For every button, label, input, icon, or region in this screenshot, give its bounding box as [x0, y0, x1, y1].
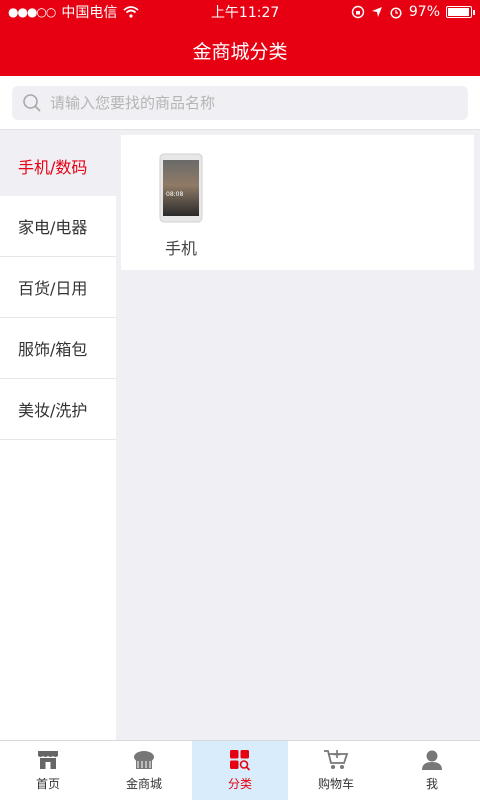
sidebar-item-phones-digital[interactable]: 手机/数码 — [0, 135, 116, 196]
tab-cart[interactable]: 购物车 — [288, 741, 384, 800]
orientation-lock-icon — [351, 5, 365, 19]
category-content: 08:08 手机 — [121, 135, 474, 270]
user-icon — [422, 750, 442, 770]
tab-label: 购物车 — [317, 777, 354, 791]
product-label: 手机 — [164, 239, 197, 258]
status-bar: ●●●○○ 中国电信 上午11:27 97% — [0, 0, 480, 24]
tab-bar: 首页 金商城 分类 购物车 我 — [0, 740, 480, 800]
product-item[interactable]: 08:08 手机 — [151, 153, 211, 259]
home-icon — [38, 751, 58, 769]
sidebar-item-label: 家电/电器 — [18, 218, 88, 237]
location-icon — [371, 7, 382, 17]
tab-label: 首页 — [35, 777, 60, 791]
search-box[interactable] — [12, 86, 468, 120]
sidebar-item-label: 服饰/箱包 — [18, 340, 88, 359]
tab-gold-mall[interactable]: 金商城 — [96, 741, 192, 800]
category-icon — [230, 750, 251, 771]
tab-me[interactable]: 我 — [384, 741, 480, 800]
status-time: 上午11:27 — [210, 5, 280, 21]
carrier-label: 中国电信 — [61, 5, 118, 21]
search-icon — [23, 94, 41, 112]
sidebar-item-daily-goods[interactable]: 百货/日用 — [0, 257, 116, 318]
sidebar-item-beauty-care[interactable]: 美妆/洗护 — [0, 379, 116, 440]
search-input[interactable] — [50, 94, 450, 112]
battery-percent: 97% — [408, 4, 440, 20]
signal-icon: ●●●○○ — [8, 5, 56, 19]
header: ●●●○○ 中国电信 上午11:27 97% 金商城分类 — [0, 0, 480, 76]
tab-label: 金商城 — [125, 777, 162, 791]
battery-icon — [446, 6, 475, 18]
tab-category[interactable]: 分类 — [192, 741, 288, 800]
wifi-icon — [123, 6, 139, 18]
alarm-icon — [390, 7, 402, 19]
category-sidebar: 手机/数码 家电/电器 百货/日用 服饰/箱包 美妆/洗护 — [0, 135, 116, 740]
sidebar-item-label: 百货/日用 — [18, 279, 88, 298]
phone-product-image: 08:08 — [159, 153, 203, 223]
search-bar — [0, 76, 480, 130]
phone-screen-time: 08:08 — [166, 191, 183, 198]
tab-label: 我 — [425, 777, 438, 791]
sidebar-item-label: 手机/数码 — [18, 157, 88, 177]
tab-home[interactable]: 首页 — [0, 741, 96, 800]
sidebar-item-apparel-bags[interactable]: 服饰/箱包 — [0, 318, 116, 379]
sidebar-item-label: 美妆/洗护 — [18, 401, 88, 420]
tab-label: 分类 — [227, 777, 252, 791]
page-title: 金商城分类 — [192, 40, 288, 63]
cart-icon — [324, 750, 349, 769]
cake-icon — [134, 751, 154, 769]
sidebar-item-appliances[interactable]: 家电/电器 — [0, 196, 116, 257]
